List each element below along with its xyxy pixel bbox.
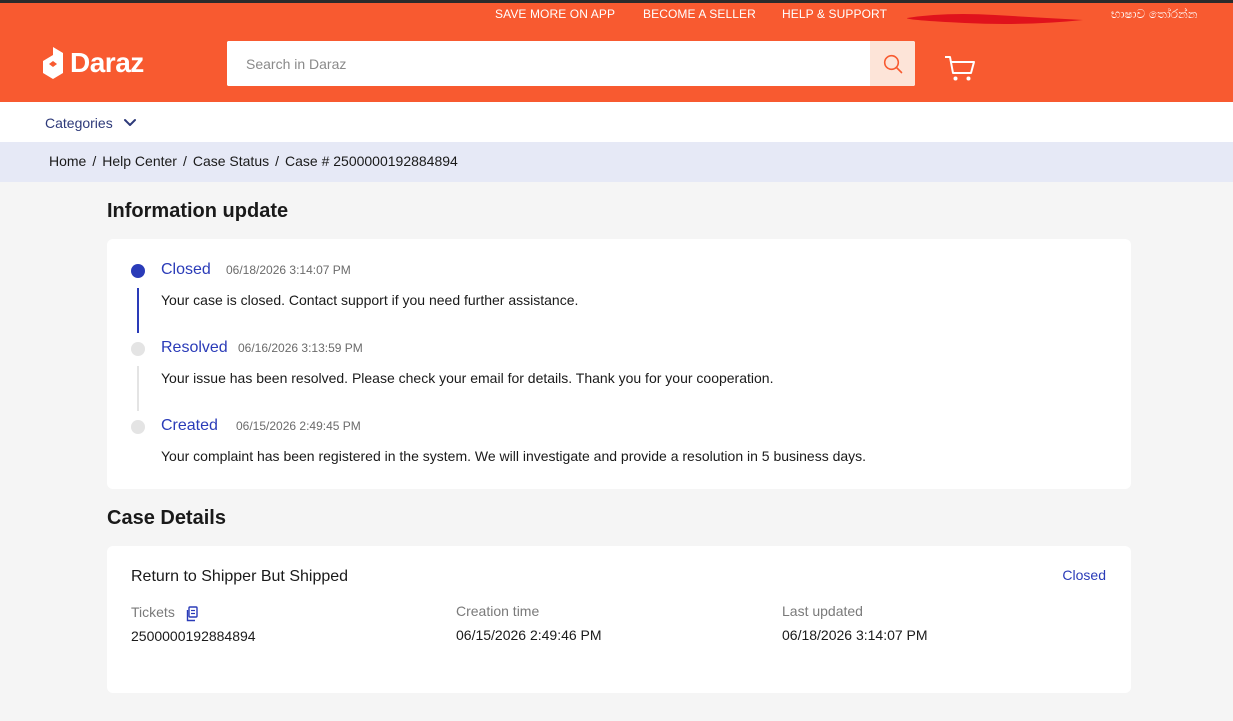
tickets-label: Tickets [131,604,175,620]
creation-time-label: Creation time [456,603,540,619]
language-selector-link[interactable]: භාෂාව තෝරන්න [1111,7,1198,21]
copy-icon[interactable] [185,606,199,622]
timeline-dot [131,342,145,356]
breadcrumb: Home / Help Center / Case Status / Case … [49,153,458,169]
breadcrumb-separator: / [275,153,279,169]
timeline-connector [137,366,139,411]
search-icon [883,54,902,73]
categories-dropdown[interactable]: Categories [45,115,137,131]
event-time: 06/18/2026 3:14:07 PM [226,263,351,277]
timeline-dot [131,420,145,434]
search-input[interactable] [227,41,870,86]
last-updated-label: Last updated [782,603,863,619]
logo-text: Daraz [70,47,144,78]
case-details-heading: Case Details [107,507,226,529]
timeline-connector-active [137,288,139,333]
event-status: Resolved [161,339,228,356]
redacted-account-name[interactable] [905,10,1085,26]
breadcrumb-home[interactable]: Home [49,153,86,169]
event-status: Closed [161,261,211,278]
case-type: Return to Shipper But Shipped [131,568,349,585]
breadcrumb-separator: / [92,153,97,169]
daraz-logo-icon [43,47,63,79]
help-support-link[interactable]: HELP & SUPPORT [782,7,887,21]
site-header: SAVE MORE ON APP BECOME A SELLER HELP & … [0,3,1233,102]
information-update-heading: Information update [107,200,289,222]
tickets-value: 2500000192884894 [131,628,256,644]
event-status: Created [161,417,218,434]
top-links-bar: SAVE MORE ON APP BECOME A SELLER HELP & … [0,7,1233,27]
breadcrumb-separator: / [182,153,187,169]
event-time: 06/15/2026 2:49:45 PM [236,419,361,433]
breadcrumb-bar: Home / Help Center / Case Status / Case … [0,142,1233,182]
cart-button[interactable] [943,53,977,83]
breadcrumb-case-status[interactable]: Case Status [193,153,269,169]
search-button[interactable] [870,41,915,86]
breadcrumb-current-case: Case # 2500000192884894 [285,153,458,169]
event-description: Your complaint has been registered in th… [161,448,867,464]
breadcrumb-help-center[interactable]: Help Center [102,153,177,169]
creation-time-value: 06/15/2026 2:49:46 PM [456,627,602,643]
last-updated-value: 06/18/2026 3:14:07 PM [782,627,928,643]
event-description: Your issue has been resolved. Please che… [161,370,774,386]
case-status-badge: Closed [1062,567,1106,583]
category-bar: Categories [0,102,1233,142]
event-description: Your case is closed. Contact support if … [161,292,579,308]
daraz-logo[interactable]: Daraz [42,45,144,81]
search-bar [227,41,915,86]
categories-label: Categories [45,115,113,131]
event-time: 06/16/2026 3:13:59 PM [238,341,363,355]
save-more-on-app-link[interactable]: SAVE MORE ON APP [495,7,615,21]
timeline-dot-active [131,264,145,278]
chevron-down-icon [123,119,136,126]
cart-icon [945,56,975,81]
become-seller-link[interactable]: BECOME A SELLER [643,7,756,21]
information-update-card: Closed 06/18/2026 3:14:07 PM Your case i… [107,239,1131,489]
case-details-card: Return to Shipper But Shipped Closed Tic… [107,546,1131,693]
